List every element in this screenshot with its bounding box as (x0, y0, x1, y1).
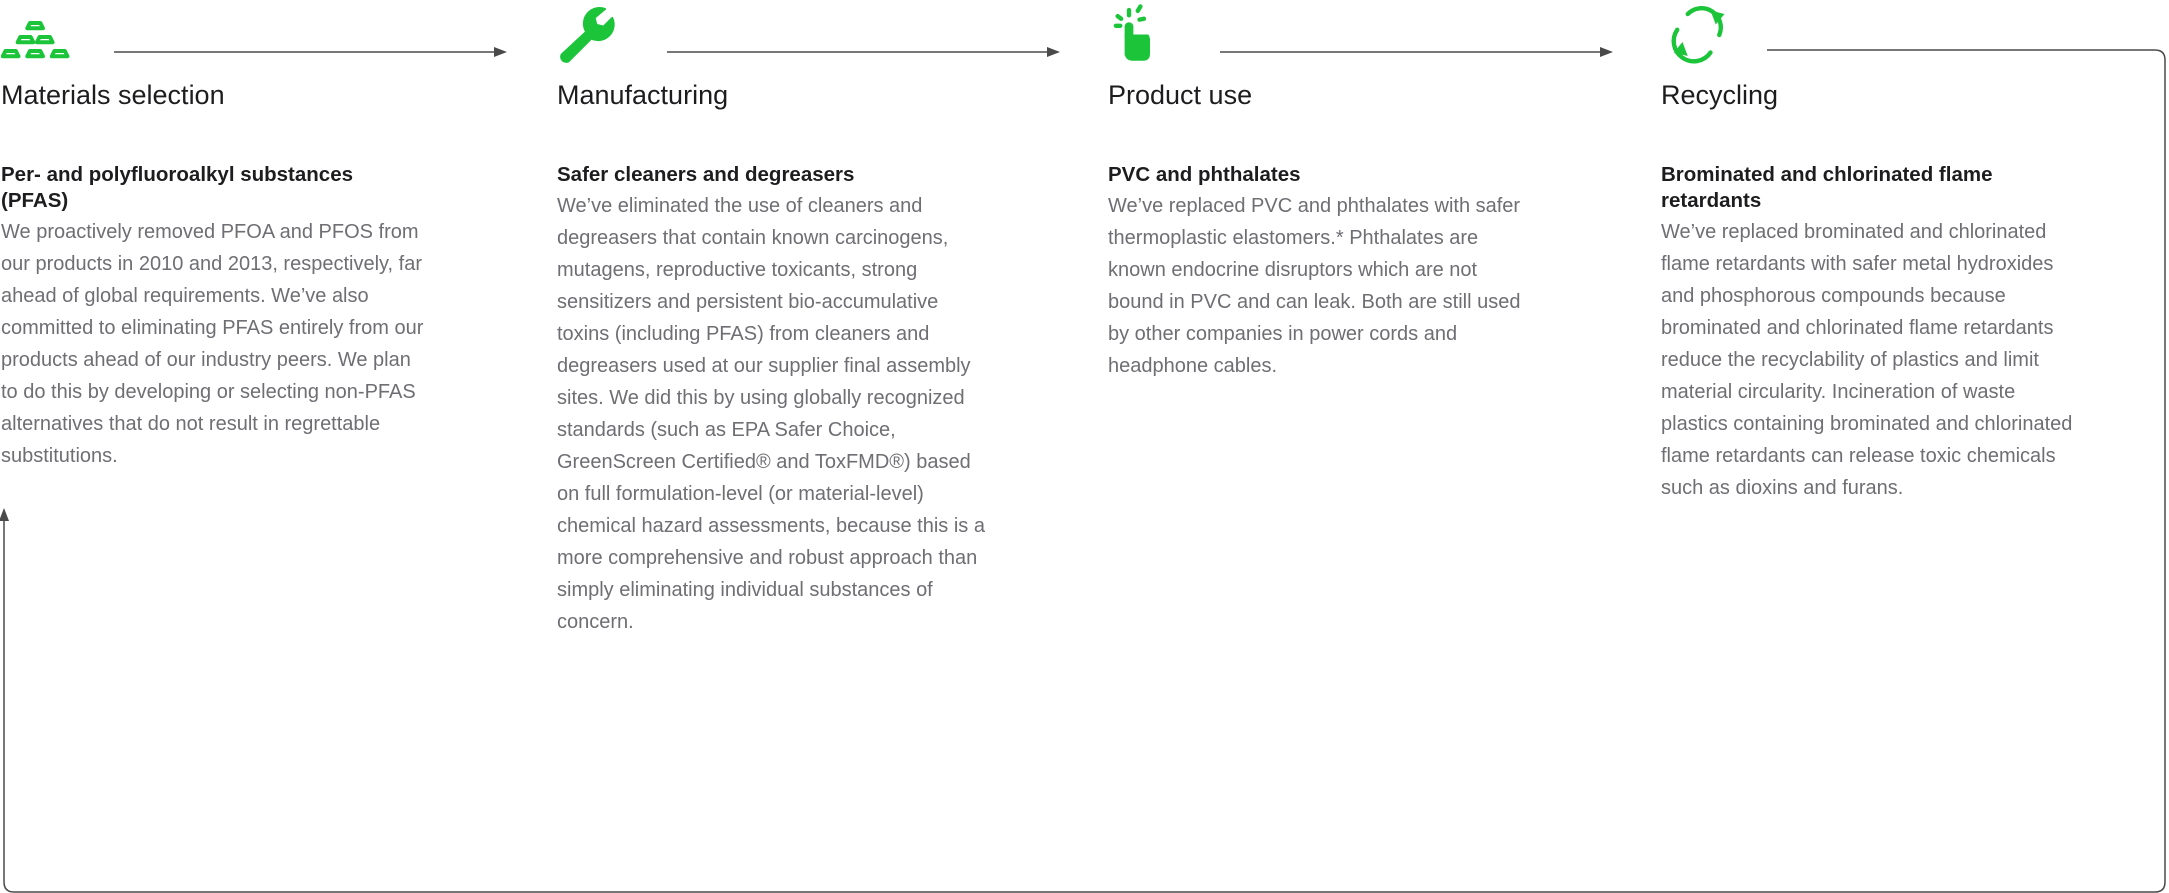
item-heading: Per- and polyfluoroalkyl substances (PFA… (1, 163, 354, 212)
item-description: We’ve replaced brominated and chlorinate… (1661, 221, 2073, 499)
item-description: We’ve replaced PVC and phthalates with s… (1108, 195, 1521, 377)
stage-title: Recycling (1661, 80, 1779, 110)
gold-bars-icon (1, 21, 70, 59)
arrowhead-return (0, 508, 9, 521)
recycle-arrows-icon (1671, 6, 1725, 64)
item-heading: Safer cleaners and degreasers (557, 163, 855, 186)
wrench-icon (560, 7, 615, 63)
item-heading: PVC and phthalates (1108, 163, 1301, 186)
item-description: We proactively removed PFOA and PFOS fro… (1, 221, 424, 467)
stage-title: Manufacturing (557, 80, 729, 110)
item-heading: Brominated and chlorinated flame retarda… (1661, 163, 1993, 212)
arrowhead-1 (494, 47, 507, 57)
stage-title: Materials selection (1, 80, 225, 110)
arrowhead-2 (1047, 47, 1060, 57)
hand-tap-icon (1113, 4, 1150, 61)
arrowhead-3 (1600, 47, 1613, 57)
item-description: We’ve eliminated the use of cleaners and… (557, 195, 985, 633)
stage-title: Product use (1108, 80, 1253, 110)
